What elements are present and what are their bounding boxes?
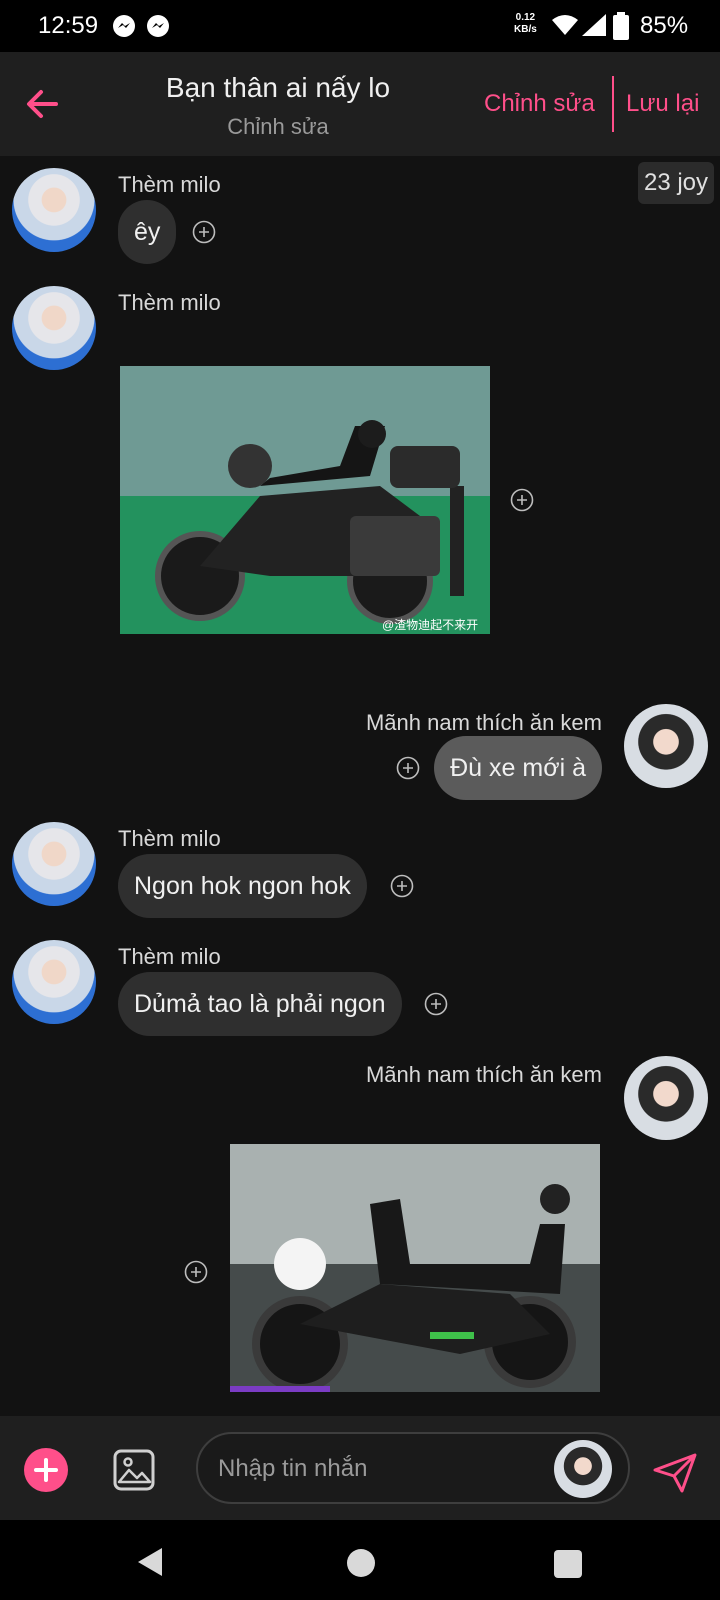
sender-name: Thèm milo [118, 826, 221, 851]
sender-name: Mãnh nam thích ăn kem [365, 1062, 602, 1087]
motorcycle-photo [230, 1144, 600, 1392]
avatar[interactable] [12, 286, 96, 370]
sender-name: Mãnh nam thích ăn kem [365, 710, 602, 735]
message-input[interactable] [216, 1448, 550, 1490]
sender-name: Thèm milo [118, 172, 221, 197]
signal-icon [582, 14, 606, 36]
back-arrow-icon[interactable] [22, 84, 62, 124]
system-nav-bar [0, 1520, 720, 1600]
plus-icon [34, 1458, 58, 1482]
add-reaction-icon[interactable] [192, 220, 216, 244]
add-attachment-button[interactable] [24, 1448, 68, 1492]
group-subtitle: Chỉnh sửa [227, 114, 329, 139]
avatar[interactable] [12, 168, 96, 252]
add-reaction-icon[interactable] [390, 874, 414, 898]
send-icon[interactable] [652, 1452, 698, 1494]
nav-recents-icon[interactable] [554, 1550, 582, 1578]
message-list[interactable]: 23 joy Thèm milo êy Thèm milo @渣物迪起不来开 M… [0, 156, 720, 1416]
chat-header: Bạn thân ai nấy lo Chỉnh sửa Chỉnh sửa L… [0, 52, 720, 156]
nav-back-icon[interactable] [136, 1546, 164, 1578]
message-composer [0, 1416, 720, 1520]
avatar[interactable] [624, 1056, 708, 1140]
header-divider [612, 76, 614, 132]
save-button[interactable]: Lưu lại [626, 90, 699, 118]
timestamp-badge: 23 joy [638, 162, 714, 204]
message-photo[interactable]: @渣物迪起不来开 [120, 366, 490, 634]
add-reaction-icon[interactable] [396, 756, 420, 780]
add-reaction-icon[interactable] [510, 488, 534, 512]
group-title: Bạn thân ai nấy lo [165, 72, 391, 103]
add-reaction-icon[interactable] [184, 1260, 208, 1284]
sender-name: Thèm milo [118, 290, 221, 315]
motorcycle-photo [120, 366, 490, 634]
status-time: 12:59 [38, 12, 99, 39]
message-photo[interactable] [230, 1144, 600, 1392]
avatar[interactable] [12, 822, 96, 906]
messenger-icon [147, 15, 169, 37]
messenger-icon [113, 15, 135, 37]
avatar[interactable] [554, 1440, 612, 1498]
avatar[interactable] [12, 940, 96, 1024]
message-bubble[interactable]: Dủmả tao là phải ngon [118, 972, 402, 1036]
message-bubble[interactable]: Ngon hok ngon hok [118, 854, 367, 918]
sender-name: Thèm milo [118, 944, 221, 969]
message-bubble[interactable]: Đù xe mới à [434, 736, 602, 800]
avatar[interactable] [624, 704, 708, 788]
status-bar: 12:59 0.12 KB/s 85% [0, 0, 720, 52]
battery-percent: 85% [640, 12, 689, 39]
image-picker-icon[interactable] [112, 1448, 156, 1492]
photo-watermark: @渣物迪起不来开 [382, 618, 479, 632]
net-speed: 0.12 KB/s [514, 12, 537, 35]
nav-home-icon[interactable] [347, 1549, 375, 1577]
battery-icon [613, 12, 629, 40]
add-reaction-icon[interactable] [424, 992, 448, 1016]
edit-button[interactable]: Chỉnh sửa [484, 90, 595, 118]
wifi-icon [552, 15, 578, 35]
message-bubble[interactable]: êy [118, 200, 177, 264]
message-input-box[interactable] [196, 1432, 630, 1504]
